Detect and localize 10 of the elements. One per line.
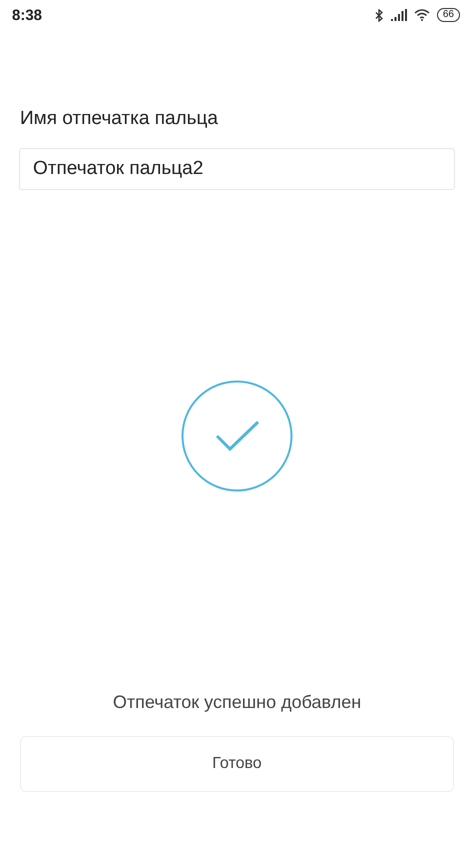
success-message: Отпечаток успешно добавлен [112, 692, 362, 713]
wifi-icon [414, 9, 430, 21]
checkmark-circle-icon [181, 380, 293, 492]
name-field[interactable]: Отпечаток пальца2 [19, 148, 455, 190]
signal-icon [390, 9, 407, 21]
status-time: 8:38 [12, 6, 42, 24]
field-label: Имя отпечатка пальца [20, 108, 219, 130]
done-button[interactable]: Готово [20, 736, 454, 792]
bluetooth-icon [374, 8, 384, 22]
battery-indicator: 66 [436, 8, 460, 22]
